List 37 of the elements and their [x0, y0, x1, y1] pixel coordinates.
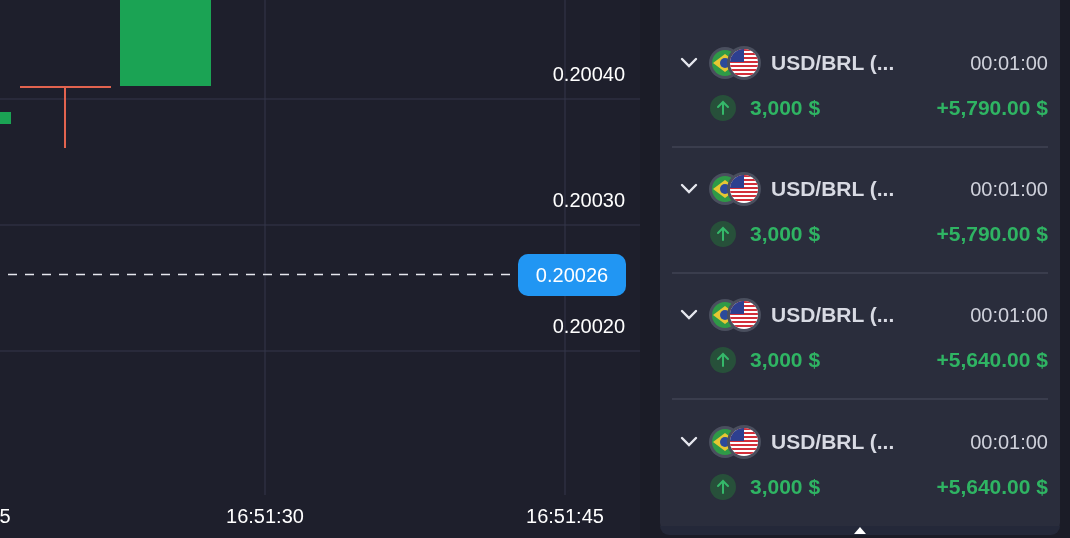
- trade-amount: 3,000 $: [750, 474, 821, 501]
- currency-flags-icon: [707, 297, 763, 333]
- arrow-up-icon: [710, 474, 736, 500]
- trade-duration: 00:01:00: [970, 430, 1048, 455]
- trade-amount: 3,000 $: [750, 221, 821, 248]
- asset-name: USD/BRL (...: [771, 429, 895, 456]
- arrow-up-icon: [710, 221, 736, 247]
- currency-flags-icon: [707, 171, 763, 207]
- chevron-down-icon[interactable]: [679, 183, 699, 195]
- trade-duration: 00:01:00: [970, 177, 1048, 202]
- currency-flags-icon: [707, 45, 763, 81]
- trade-duration: 00:01:00: [970, 303, 1048, 328]
- current-price-badge: 0.20026: [518, 254, 626, 296]
- price-axis-label: 0.20020: [552, 314, 625, 338]
- trade-duration: 00:01:00: [970, 51, 1048, 76]
- chevron-down-icon[interactable]: [679, 436, 699, 448]
- asset-name: USD/BRL (...: [771, 302, 895, 329]
- time-axis-label: 16:51:30: [226, 504, 304, 528]
- asset-name: USD/BRL (...: [771, 50, 895, 77]
- trade-profit: +5,640.00 $: [936, 474, 1048, 501]
- arrow-up-icon: [710, 347, 736, 373]
- price-axis-label: 0.20030: [552, 188, 625, 212]
- time-axis-label: 5: [0, 504, 11, 528]
- currency-flags-icon: [707, 424, 763, 460]
- trade-amount: 3,000 $: [750, 95, 821, 122]
- candle: [0, 112, 11, 124]
- asset-name: USD/BRL (...: [771, 176, 895, 203]
- price-axis-label: 0.20040: [552, 62, 625, 86]
- trade-profit: +5,790.00 $: [936, 95, 1048, 122]
- chevron-down-icon[interactable]: [679, 309, 699, 321]
- arrow-up-icon: [710, 95, 736, 121]
- triangle-up-icon: [853, 526, 867, 535]
- trade-profit: +5,640.00 $: [936, 347, 1048, 374]
- trade-amount: 3,000 $: [750, 347, 821, 374]
- trade-profit: +5,790.00 $: [936, 221, 1048, 248]
- time-axis-label: 16:51:45: [526, 504, 604, 528]
- chevron-down-icon[interactable]: [679, 57, 699, 69]
